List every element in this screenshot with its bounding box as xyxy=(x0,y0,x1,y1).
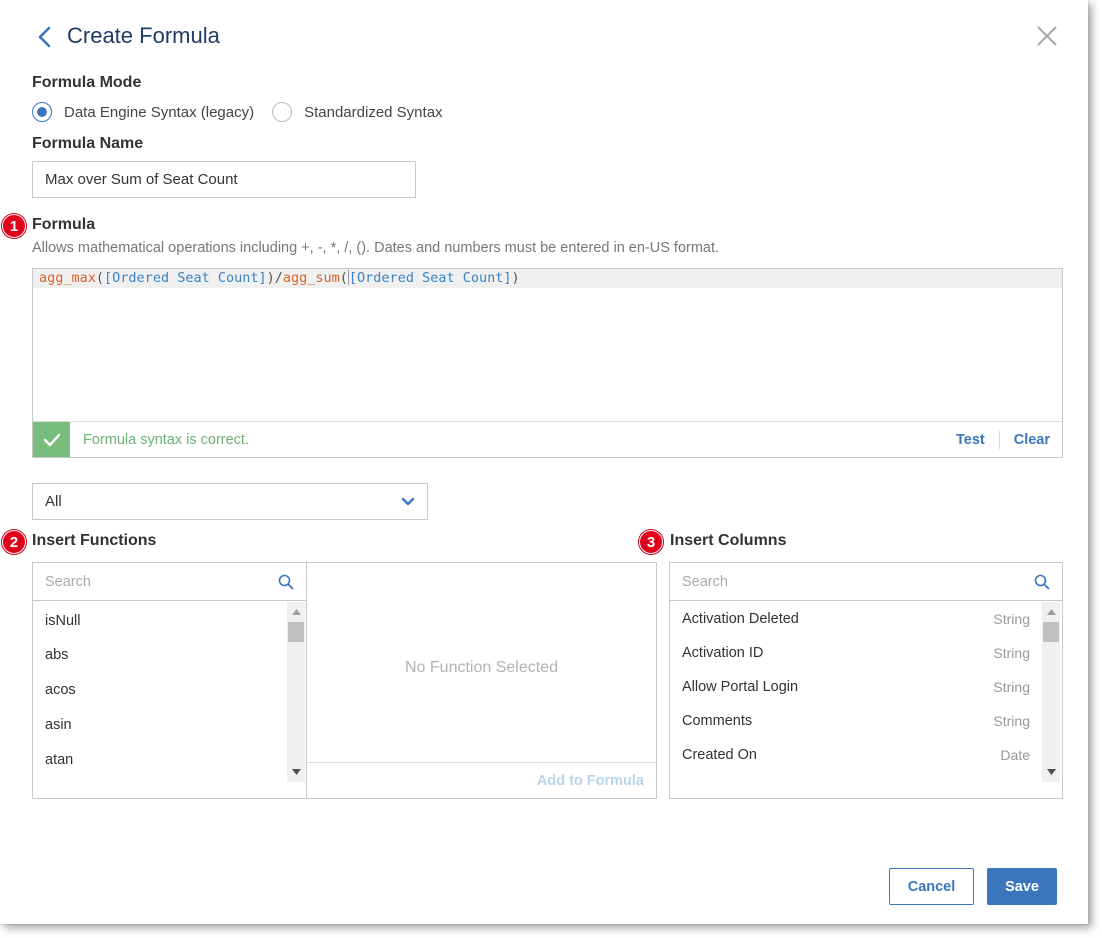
column-type: String xyxy=(993,679,1030,695)
select-value: All xyxy=(45,493,62,510)
radio-standardized-syntax[interactable]: Standardized Syntax xyxy=(272,102,443,122)
radio-checked-icon[interactable] xyxy=(32,102,52,122)
function-list-panel: isNull abs acos asin atan xyxy=(32,562,307,799)
list-item[interactable]: atan xyxy=(33,742,287,777)
list-item[interactable]: Created On Date xyxy=(670,738,1042,772)
formula-name-label: Formula Name xyxy=(32,135,144,152)
scrollbar-thumb[interactable] xyxy=(1043,622,1059,642)
formula-editor[interactable]: agg_max([Ordered Seat Count])/agg_sum([O… xyxy=(32,268,1063,458)
save-button[interactable]: Save xyxy=(987,868,1057,905)
punctuation-token: ( xyxy=(339,270,348,286)
column-name: Activation Deleted xyxy=(682,611,799,627)
punctuation-token: ) xyxy=(511,270,520,286)
scroll-up-icon[interactable] xyxy=(287,604,305,620)
column-type: Date xyxy=(1000,747,1030,763)
punctuation-token: ( xyxy=(95,270,105,286)
column-type: String xyxy=(993,645,1030,661)
chevron-down-icon xyxy=(401,497,415,505)
page-title: Create Formula xyxy=(67,23,220,48)
list-item[interactable]: Allow Portal Login String xyxy=(670,670,1042,704)
radio-label: Data Engine Syntax (legacy) xyxy=(64,103,255,121)
function-token: agg_sum xyxy=(282,270,340,286)
add-to-formula-button[interactable]: Add to Formula xyxy=(537,773,644,789)
checkmark-icon xyxy=(43,433,60,446)
test-button[interactable]: Test xyxy=(956,432,985,448)
scroll-down-icon[interactable] xyxy=(287,764,305,780)
cancel-button[interactable]: Cancel xyxy=(889,868,974,905)
function-category-select[interactable]: All xyxy=(32,483,428,520)
function-list-scrollbar[interactable] xyxy=(287,602,305,782)
clear-button[interactable]: Clear xyxy=(1014,432,1050,448)
column-list-scrollbar[interactable] xyxy=(1042,602,1060,782)
function-search-input[interactable] xyxy=(45,573,278,590)
column-search-row xyxy=(670,563,1062,601)
column-name: Activation ID xyxy=(682,645,764,661)
column-name: Created On xyxy=(682,747,757,763)
column-token: [Ordered Seat Count] xyxy=(348,270,512,286)
formula-status-bar: Formula syntax is correct. Test Clear xyxy=(33,421,1062,457)
formula-actions: Test Clear xyxy=(956,430,1050,449)
formula-mode-radio-group: Data Engine Syntax (legacy) Standardized… xyxy=(32,102,461,122)
function-detail-footer: Add to Formula xyxy=(307,762,656,798)
radio-data-engine-syntax[interactable]: Data Engine Syntax (legacy) xyxy=(32,102,254,122)
punctuation-token: )/ xyxy=(266,270,283,286)
search-icon[interactable] xyxy=(1034,574,1050,590)
scrollbar-thumb[interactable] xyxy=(288,622,304,642)
radio-label: Standardized Syntax xyxy=(304,103,443,121)
callout-badge-1: 1 xyxy=(2,214,26,238)
list-item[interactable]: Activation ID String xyxy=(670,636,1042,670)
list-item[interactable]: isNull xyxy=(33,602,287,637)
list-item[interactable]: asin xyxy=(33,707,287,742)
callout-badge-3: 3 xyxy=(639,530,663,554)
chevron-left-icon[interactable] xyxy=(36,25,54,49)
column-name: Comments xyxy=(682,713,753,729)
column-list: Activation Deleted String Activation ID … xyxy=(670,602,1042,782)
formula-status-text: Formula syntax is correct. xyxy=(83,431,249,448)
formula-code-line[interactable]: agg_max([Ordered Seat Count])/agg_sum([O… xyxy=(33,269,1062,288)
insert-columns-label: Insert Columns xyxy=(670,532,787,549)
formula-helper-text: Allows mathematical operations including… xyxy=(32,240,720,256)
column-search-input[interactable] xyxy=(682,573,1034,590)
scroll-up-icon[interactable] xyxy=(1042,604,1060,620)
list-item[interactable]: Comments String xyxy=(670,704,1042,738)
function-token: agg_max xyxy=(39,270,96,286)
function-detail-panel: No Function Selected Add to Formula xyxy=(306,562,657,799)
column-type: String xyxy=(993,713,1030,729)
list-item[interactable]: abs xyxy=(33,637,287,672)
formula-label: Formula xyxy=(32,216,96,233)
function-list: isNull abs acos asin atan xyxy=(33,602,287,798)
column-type: String xyxy=(993,611,1030,627)
column-token: [Ordered Seat Count] xyxy=(104,270,267,286)
insert-functions-label: Insert Functions xyxy=(32,532,157,549)
formula-mode-label: Formula Mode xyxy=(32,74,142,91)
column-list-panel: Activation Deleted String Activation ID … xyxy=(669,562,1063,799)
column-name: Allow Portal Login xyxy=(682,679,799,695)
success-indicator xyxy=(33,422,70,457)
divider xyxy=(998,430,1000,449)
formula-name-input[interactable] xyxy=(32,161,416,198)
scroll-down-icon[interactable] xyxy=(1042,764,1060,780)
close-icon[interactable] xyxy=(1035,24,1059,48)
list-item[interactable]: Activation Deleted String xyxy=(670,602,1042,636)
no-function-selected-text: No Function Selected xyxy=(405,659,558,676)
search-icon[interactable] xyxy=(278,574,294,590)
function-search-row xyxy=(33,563,306,601)
list-item[interactable]: acos xyxy=(33,672,287,707)
callout-badge-2: 2 xyxy=(2,530,26,554)
create-formula-dialog: Create Formula Formula Mode Data Engine … xyxy=(0,0,1088,924)
radio-unchecked-icon[interactable] xyxy=(272,102,293,122)
